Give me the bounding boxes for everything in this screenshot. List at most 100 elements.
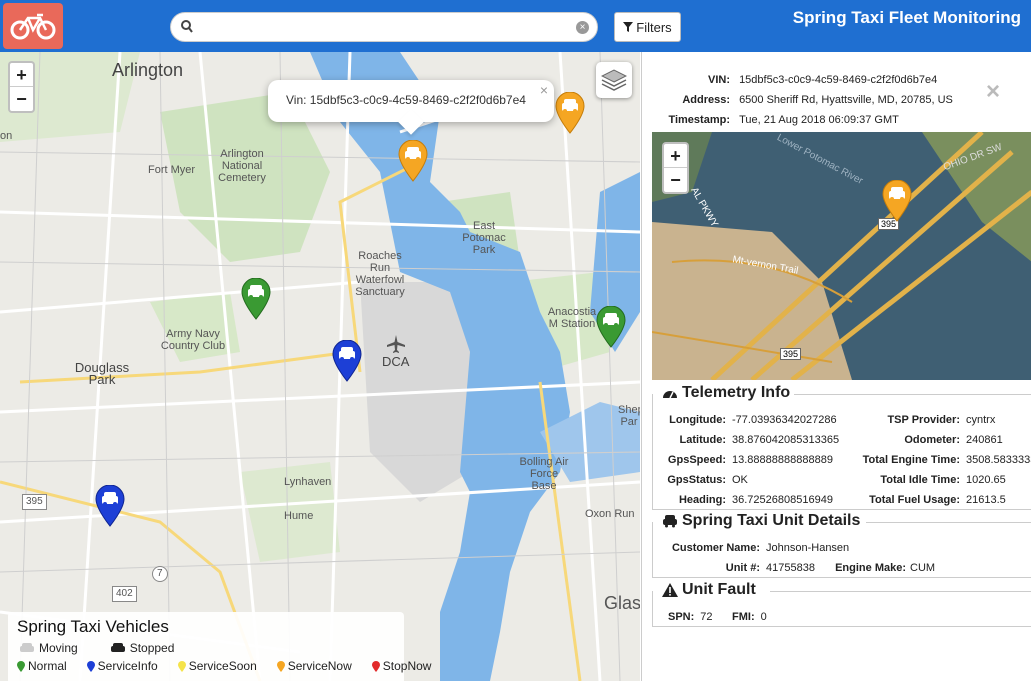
telemetry-fuel-usage: Total Fuel Usage: 21613.5 (869, 494, 1006, 506)
marker-icon (371, 660, 380, 672)
car-moving-icon (20, 643, 34, 652)
detail-timestamp-row: Timestamp: Tue, 21 Aug 2018 06:09:37 GMT (668, 114, 899, 126)
map-label-lynhaven: Lynhaven (284, 476, 332, 488)
mini-map-zoom-in-button[interactable]: + (664, 144, 687, 168)
detail-vin-row: VIN: 15dbf5c3-c0c9-4c59-8469-c2f2f0d6b7e… (708, 74, 938, 86)
telemetry-tsp-provider: TSP Provider: cyntrx (887, 414, 996, 426)
telemetry-odometer: Odometer: 240861 (904, 434, 1003, 446)
unit-customer-name: Customer Name: Johnson-Hansen (671, 542, 850, 554)
mini-map-zoom-out-button[interactable]: − (664, 168, 687, 192)
app-title: Spring Taxi Fleet Monitoring (792, 8, 1021, 27)
close-panel-button[interactable]: × (986, 78, 1000, 106)
telemetry-heading: Heading: 36.72526808516949 (678, 494, 833, 506)
vehicle-pin[interactable] (332, 339, 362, 382)
legend-status-serviceinfo: ServiceInfo (86, 659, 168, 673)
search-icon (181, 20, 193, 33)
map-label-east-potomac: East Potomac Park (462, 220, 506, 256)
vehicle-details-panel: VIN: 15dbf5c3-c0c9-4c59-8469-c2f2f0d6b7e… (641, 52, 1031, 681)
top-bar: × Filters Spring Taxi Fleet Monitoring (0, 0, 1031, 52)
legend-status-normal: Normal (17, 659, 77, 673)
map-label-roaches-run: Roaches Run Waterfowl Sanctuary (355, 250, 405, 298)
detail-address-row: Address: 6500 Sheriff Rd, Hyattsville, M… (682, 94, 953, 106)
app-root: × Filters Spring Taxi Fleet Monitoring A… (0, 0, 1031, 681)
detail-vin-value: 15dbf5c3-c0c9-4c59-8469-c2f2f0d6b7e4 (739, 74, 938, 86)
car-icon (882, 179, 912, 222)
telemetry-box (652, 394, 1031, 510)
filters-label: Filters (636, 19, 672, 35)
layers-icon (601, 69, 627, 91)
car-icon (95, 484, 125, 527)
telemetry-engine-time: Total Engine Time: 3508.5833333 (862, 454, 1031, 466)
legend-stopped: Stopped (98, 641, 185, 655)
map-label-hume: Hume (284, 510, 314, 522)
map-label-glass: Glass (604, 593, 640, 613)
map-label-oxon-run: Oxon Run (585, 508, 635, 520)
map-label-douglass: Douglass Park (74, 360, 130, 387)
vehicle-pin-selected[interactable] (398, 139, 428, 182)
legend-title: Spring Taxi Vehicles (17, 617, 169, 636)
car-icon (241, 277, 271, 320)
map-label-anacostia-station: Anacostia M Station (547, 306, 597, 330)
map-label-bolling: Bolling Air Force Base (519, 456, 569, 492)
vehicle-pin[interactable] (95, 484, 125, 527)
marker-icon (86, 660, 95, 672)
vehicle-pin[interactable] (241, 277, 271, 320)
mini-map-vehicle-pin[interactable] (882, 179, 912, 222)
fault-fmi: FMI: 0 (732, 611, 767, 623)
search-bar: × (170, 12, 598, 42)
legend-status-row: Normal ServiceInfo ServiceSoon ServiceNo… (17, 659, 431, 673)
unit-engine-make: Engine Make: CUM (835, 562, 936, 574)
marker-icon (17, 660, 25, 672)
highway-shield-7: 7 (152, 566, 168, 582)
highway-shield-402: 402 (112, 586, 137, 602)
detail-timestamp-value: Tue, 21 Aug 2018 06:09:37 GMT (739, 114, 899, 126)
map-label-army-navy: Army Navy Country Club (160, 328, 226, 352)
map-label-arlington: Arlington (112, 60, 184, 80)
fleet-map[interactable]: Arlington Fort Myer Arlington National C… (0, 52, 640, 681)
car-icon (332, 339, 362, 382)
map-label-fort-myer: Fort Myer (148, 164, 196, 176)
mini-map-zoom-control: + − (662, 142, 689, 194)
map-label-shep: Shep Par (618, 404, 640, 428)
search-input[interactable] (199, 17, 569, 39)
legend-motion-row: Moving Stopped (17, 641, 395, 655)
popup-vin-text: Vin: 15dbf5c3-c0c9-4c59-8469-c2f2f0d6b7e… (286, 93, 526, 107)
vehicle-popup: Vin: 15dbf5c3-c0c9-4c59-8469-c2f2f0d6b7e… (268, 80, 554, 135)
car-stopped-icon (110, 643, 125, 652)
vehicle-pin[interactable] (596, 305, 626, 348)
map-zoom-out-button[interactable]: − (10, 87, 33, 111)
legend-status-servicenow: ServiceNow (276, 659, 362, 673)
fault-spn: SPN: 72 (668, 611, 713, 623)
legend-moving: Moving (17, 641, 88, 655)
vehicle-pin[interactable] (555, 91, 585, 134)
marker-icon (276, 660, 285, 672)
detail-address-value: 6500 Sheriff Rd, Hyattsville, MD, 20785,… (739, 94, 953, 106)
map-zoom-control: + − (8, 61, 35, 113)
layers-button[interactable] (596, 62, 632, 98)
bike-logo-icon[interactable] (3, 3, 63, 49)
map-label-on: on (0, 130, 13, 142)
telemetry-gps-speed: GpsSpeed: 13.88888888888889 (667, 454, 833, 466)
map-label-cemetery: Arlington National Cemetery (218, 148, 266, 184)
filter-icon (623, 22, 634, 32)
clear-search-icon[interactable]: × (576, 21, 589, 34)
car-icon (596, 305, 626, 348)
telemetry-longitude: Longitude: -77.03936342027286 (669, 414, 837, 426)
mini-map-shield-395-b: 395 (780, 348, 802, 360)
vehicle-legend: Spring Taxi Vehicles Moving Stopped Norm… (8, 612, 431, 681)
car-icon (555, 91, 585, 134)
unit-number: Unit #: 41755838 (725, 562, 815, 574)
car-icon (398, 139, 428, 182)
map-zoom-in-button[interactable]: + (10, 63, 33, 87)
telemetry-idle-time: Total Idle Time: 1020.65 (880, 474, 1006, 486)
telemetry-gps-status: GpsStatus: OK (667, 474, 748, 486)
telemetry-latitude: Latitude: 38.876042085313365 (679, 434, 840, 446)
airport-icon (387, 335, 405, 353)
filters-button[interactable]: Filters (614, 12, 681, 42)
vehicle-mini-map[interactable]: Lower Potomac River OHIO DR SW Mt-vernon… (652, 132, 1031, 380)
map-label-dca: DCA (382, 354, 410, 369)
marker-icon (177, 660, 186, 672)
popup-close-button[interactable]: × (540, 82, 548, 98)
highway-shield-395: 395 (22, 494, 47, 510)
legend-status-stopnow: StopNow (371, 659, 442, 673)
